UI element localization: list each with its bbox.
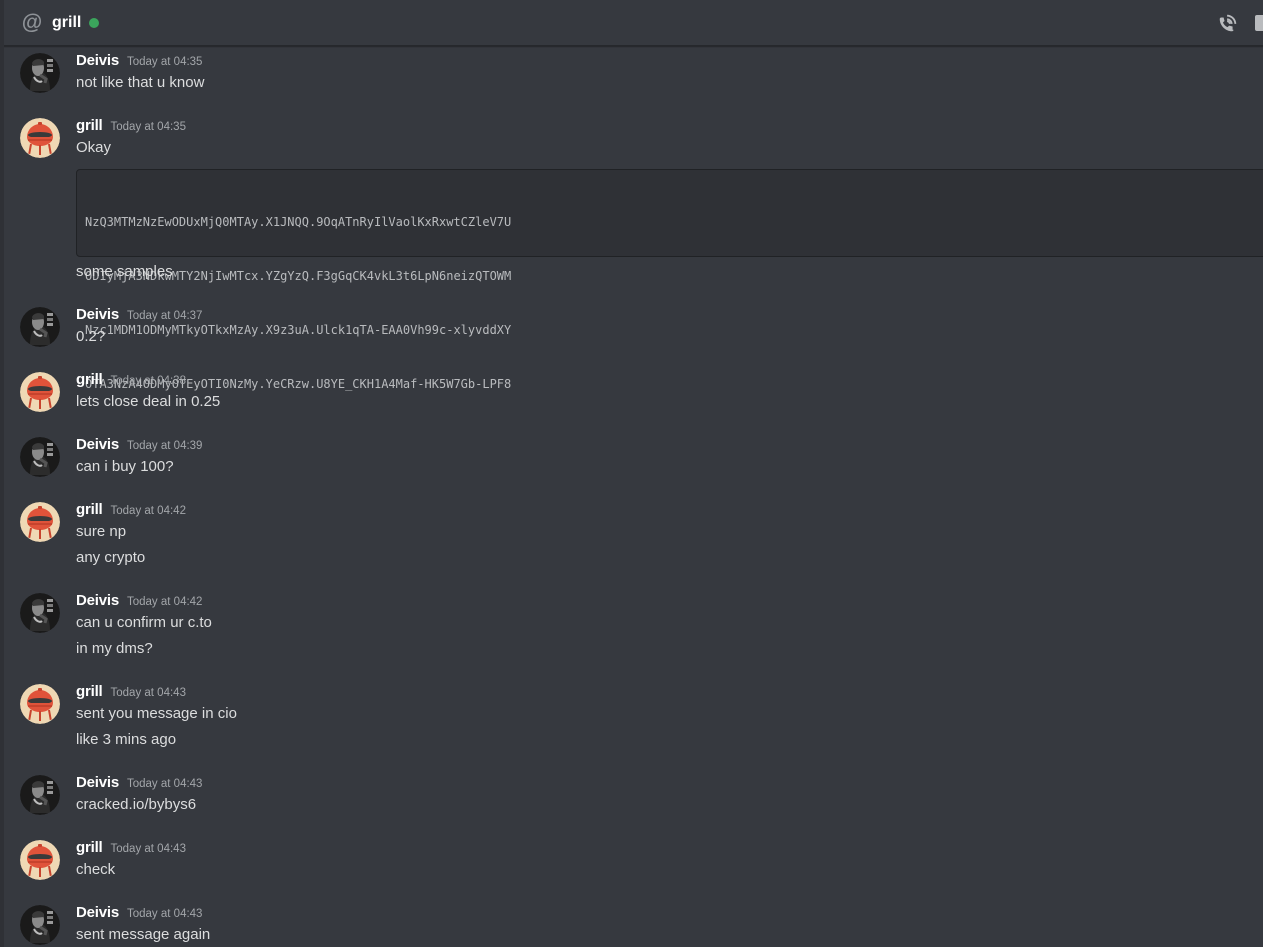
deivis-avatar[interactable]: [20, 307, 60, 347]
online-status-indicator: [89, 17, 100, 28]
code-line: NzQ3MTMzNzEwODUxMjQ0MTAy.X1JNQQ.9OqATnRy…: [85, 215, 512, 229]
channel-name: grill: [52, 13, 82, 31]
message-text: can u confirm ur c.to: [76, 614, 212, 631]
timestamp: Today at 04:43: [110, 687, 186, 699]
message-text: can i buy 100?: [76, 458, 174, 475]
message-text: check: [76, 861, 116, 878]
username[interactable]: Deivis: [76, 904, 119, 921]
deivis-avatar[interactable]: [20, 53, 60, 93]
username[interactable]: Deivis: [76, 592, 119, 609]
timestamp: Today at 04:43: [110, 843, 186, 855]
start-video-call-icon[interactable]: [1255, 15, 1263, 31]
message-text: sent you message in cio: [76, 705, 237, 722]
message-text: cracked.io/bybys6: [76, 796, 197, 813]
timestamp: Today at 04:43: [127, 778, 203, 790]
username[interactable]: Deivis: [76, 774, 119, 791]
username[interactable]: Deivis: [76, 436, 119, 453]
message-text: any crypto: [76, 549, 146, 566]
grill-avatar[interactable]: [20, 840, 60, 880]
channel-header: @ grill: [4, 0, 1263, 46]
code-line: OTA3NzA4ODMyOTEyOTI0NzMy.YeCRzw.U8YE_CKH…: [85, 377, 512, 391]
start-voice-call-icon[interactable]: [1217, 12, 1239, 34]
message-list: Deivis Today at 04:35 not like that u kn…: [4, 47, 1263, 947]
message-text: lets close deal in 0.25: [76, 393, 221, 410]
timestamp: Today at 04:43: [127, 908, 203, 920]
code-block[interactable]: NzQ3MTMzNzEwODUxMjQ0MTAy.X1JNQQ.9OqATnRy…: [76, 169, 1263, 391]
message-text: some samples: [76, 263, 173, 280]
code-line: Nzc1MDM1ODMyMTkyOTkxMzAy.X9z3uA.Ulck1qTA…: [85, 323, 512, 337]
grill-avatar[interactable]: [20, 372, 60, 412]
grill-avatar[interactable]: [20, 684, 60, 724]
code-line: ODIyMjA3NDkwMTY2NjIwMTcx.YZgYzQ.F3gGqCK4…: [85, 269, 512, 283]
message-text: in my dms?: [76, 640, 153, 657]
timestamp: Today at 04:35: [110, 121, 186, 133]
timestamp: Today at 04:42: [110, 505, 186, 517]
message-text: like 3 mins ago: [76, 731, 177, 748]
username[interactable]: Deivis: [76, 306, 119, 323]
timestamp: Today at 04:38: [110, 375, 186, 387]
message-text: sent message again: [76, 926, 211, 943]
username[interactable]: Deivis: [76, 52, 119, 69]
message-text: sure np: [76, 523, 127, 540]
deivis-avatar[interactable]: [20, 593, 60, 633]
at-sign-icon: @: [21, 10, 43, 34]
username[interactable]: grill: [76, 371, 103, 388]
deivis-avatar[interactable]: [20, 775, 60, 815]
timestamp: Today at 04:42: [127, 596, 203, 608]
username[interactable]: grill: [76, 683, 103, 700]
deivis-avatar[interactable]: [20, 437, 60, 477]
grill-avatar[interactable]: [20, 118, 60, 158]
header-toolbar: [1217, 12, 1263, 34]
message-text: Okay: [76, 139, 112, 156]
grill-avatar[interactable]: [20, 502, 60, 542]
username[interactable]: grill: [76, 501, 103, 518]
deivis-avatar[interactable]: [20, 905, 60, 945]
timestamp: Today at 04:37: [127, 310, 203, 322]
username[interactable]: grill: [76, 117, 103, 134]
username[interactable]: grill: [76, 839, 103, 856]
message-text: 0.2?: [76, 328, 106, 345]
timestamp: Today at 04:35: [127, 56, 203, 68]
message-text: not like that u know: [76, 74, 205, 91]
timestamp: Today at 04:39: [127, 440, 203, 452]
